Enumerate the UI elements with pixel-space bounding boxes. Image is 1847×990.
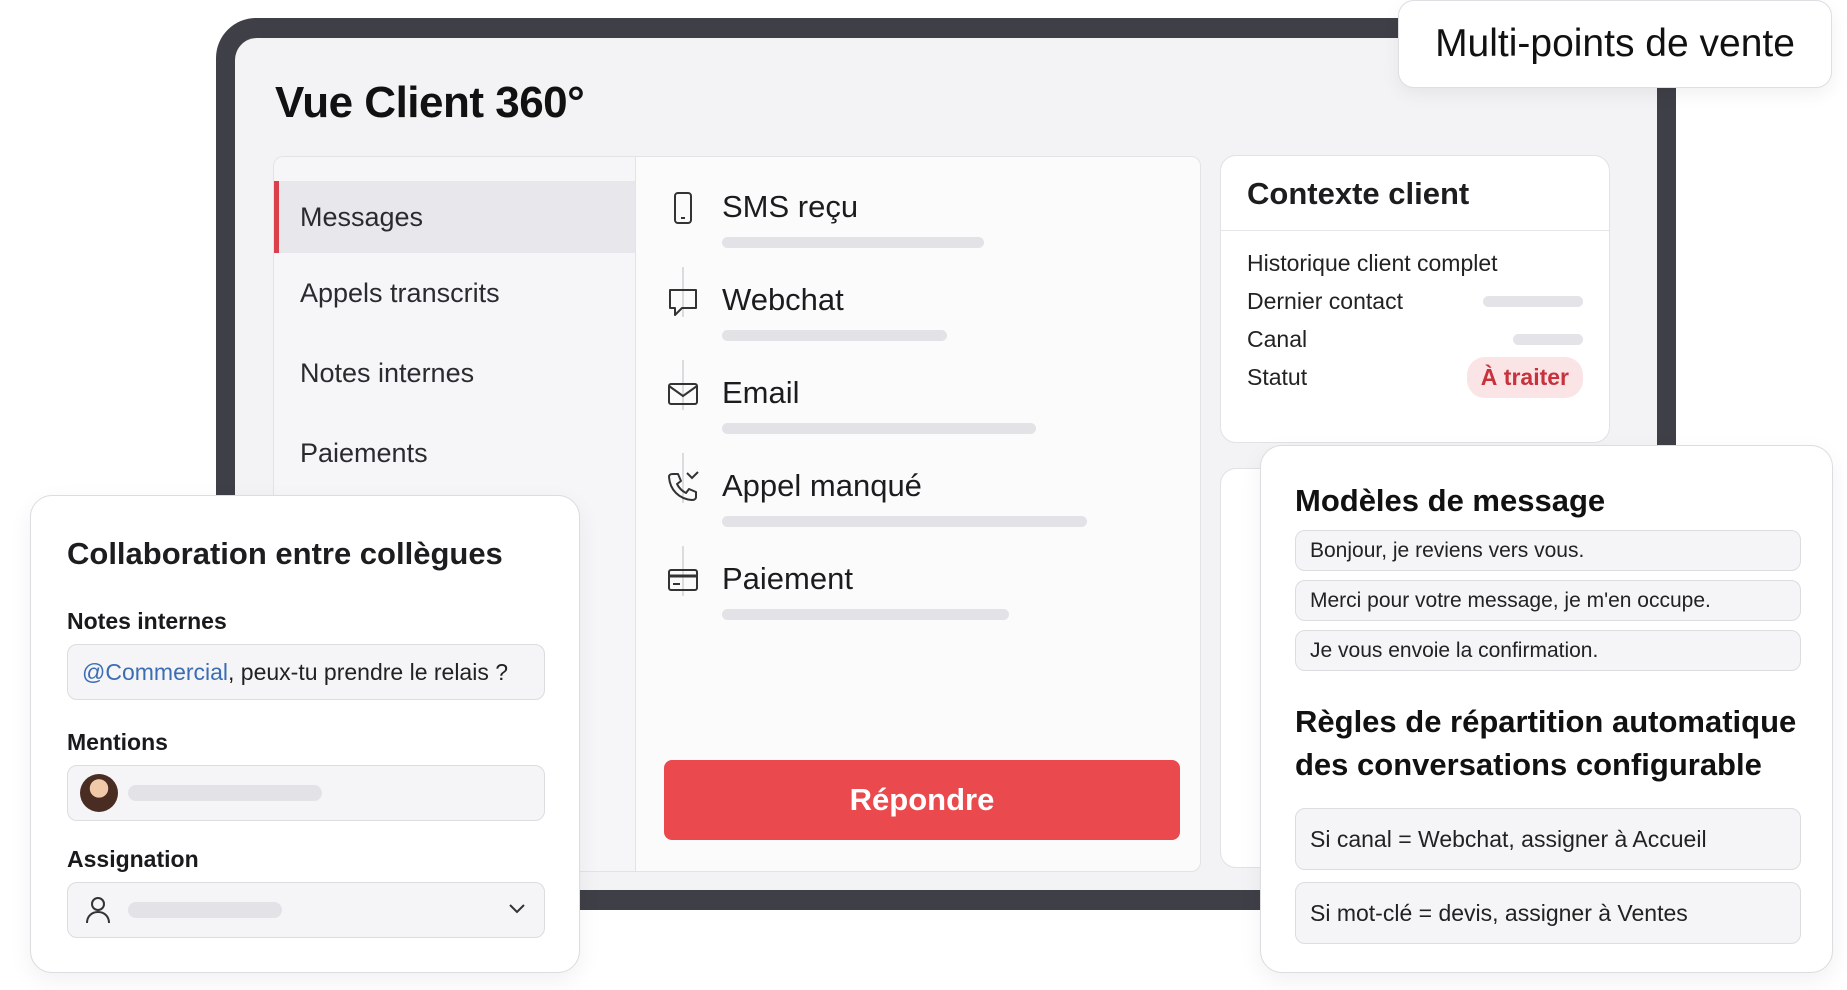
- status-badge: À traiter: [1466, 356, 1583, 398]
- credit-card-icon: [668, 569, 698, 591]
- stage: Vue Client 360° Messages Appels transcri…: [0, 0, 1847, 990]
- history-label: Historique client complet: [1247, 249, 1498, 276]
- placeholder-bar: [722, 330, 947, 341]
- context-row-channel: Canal: [1247, 324, 1583, 354]
- placeholder-bar: [1513, 333, 1583, 345]
- placeholder-bar: [128, 902, 282, 918]
- timeline-label: Webchat: [722, 282, 844, 317]
- mentions-field[interactable]: [67, 765, 545, 821]
- template-item[interactable]: Bonjour, je reviens vers vous.: [1295, 530, 1801, 571]
- placeholder-bar: [128, 785, 322, 801]
- context-row-last-contact: Dernier contact: [1247, 286, 1583, 316]
- rules-title: Règles de répartition automatique: [1295, 704, 1797, 739]
- client-context-card: Contexte client Historique client comple…: [1220, 155, 1610, 443]
- page-title: Vue Client 360°: [275, 78, 585, 127]
- rule-item[interactable]: Si canal = Webchat, assigner à Accueil: [1295, 808, 1801, 870]
- placeholder-bar: [722, 237, 984, 248]
- reply-button[interactable]: Répondre: [664, 760, 1180, 840]
- placeholder-bar: [722, 516, 1087, 527]
- menu-item-notes[interactable]: Notes internes: [274, 333, 635, 413]
- note-body: , peux-tu prendre le relais ?: [228, 659, 509, 685]
- template-item[interactable]: Je vous envoie la confirmation.: [1295, 630, 1801, 671]
- context-title: Contexte client: [1221, 156, 1609, 231]
- context-row-history: Historique client complet: [1247, 248, 1583, 278]
- timeline-label: Appel manqué: [722, 468, 922, 503]
- note-text: @Commercial, peux-tu prendre le relais ?: [82, 659, 508, 686]
- timeline-item-email[interactable]: Email: [666, 375, 1166, 455]
- timeline-label: SMS reçu: [722, 189, 859, 224]
- chevron-down-icon[interactable]: [508, 903, 526, 915]
- phone-icon: [674, 192, 692, 224]
- channel-label: Canal: [1247, 325, 1308, 352]
- status-label: Statut: [1247, 363, 1308, 390]
- placeholder-bar: [722, 423, 1036, 434]
- message-templates-card: Modèles de message Bonjour, je reviens v…: [1260, 445, 1833, 973]
- assign-label: Assignation: [67, 846, 199, 872]
- collaboration-card: Collaboration entre collègues Notes inte…: [30, 495, 580, 973]
- timeline-item-payment[interactable]: Paiement: [666, 561, 1166, 641]
- templates-title: Modèles de message: [1295, 483, 1606, 518]
- avatar: [80, 774, 118, 812]
- timeline-item-webchat[interactable]: Webchat: [666, 282, 1166, 362]
- missed-call-icon: [668, 471, 699, 501]
- menu-item-payments[interactable]: Paiements: [274, 413, 635, 493]
- menu-item-messages[interactable]: Messages: [274, 181, 635, 253]
- collab-title: Collaboration entre collègues: [67, 536, 503, 571]
- template-item[interactable]: Merci pour votre message, je m'en occupe…: [1295, 580, 1801, 621]
- timeline-label: Paiement: [722, 561, 853, 596]
- placeholder-bar: [722, 609, 1009, 620]
- notes-label: Notes internes: [67, 608, 227, 634]
- last-contact-label: Dernier contact: [1247, 287, 1403, 314]
- timeline-item-sms[interactable]: SMS reçu: [666, 189, 1166, 269]
- menu-item-label: Appels transcrits: [300, 277, 500, 308]
- rule-item[interactable]: Si mot-clé = devis, assigner à Ventes: [1295, 882, 1801, 944]
- mentions-label: Mentions: [67, 729, 168, 755]
- menu-item-label: Notes internes: [300, 357, 475, 388]
- menu-item-calls[interactable]: Appels transcrits: [274, 253, 635, 333]
- menu-item-label: Messages: [300, 201, 424, 232]
- chat-bubble-icon: [669, 289, 697, 316]
- timeline-label: Email: [722, 375, 800, 410]
- assignee-select[interactable]: [67, 882, 545, 938]
- user-icon: [86, 897, 110, 924]
- envelope-icon: [668, 383, 698, 405]
- context-row-status: Statut À traiter: [1247, 356, 1583, 398]
- rules-title-line-2: des conversations configurable: [1295, 747, 1762, 782]
- menu-item-label: Paiements: [300, 437, 428, 468]
- mention-tag[interactable]: @Commercial: [82, 659, 228, 685]
- internal-note-field[interactable]: @Commercial, peux-tu prendre le relais ?: [67, 644, 545, 700]
- timeline-item-missed-call[interactable]: Appel manqué: [666, 468, 1166, 548]
- multi-store-badge: Multi-points de vente: [1398, 0, 1832, 88]
- conversation-timeline: SMS reçu Webchat Email Appel manqué Paie…: [635, 156, 1201, 872]
- placeholder-bar: [1483, 295, 1583, 307]
